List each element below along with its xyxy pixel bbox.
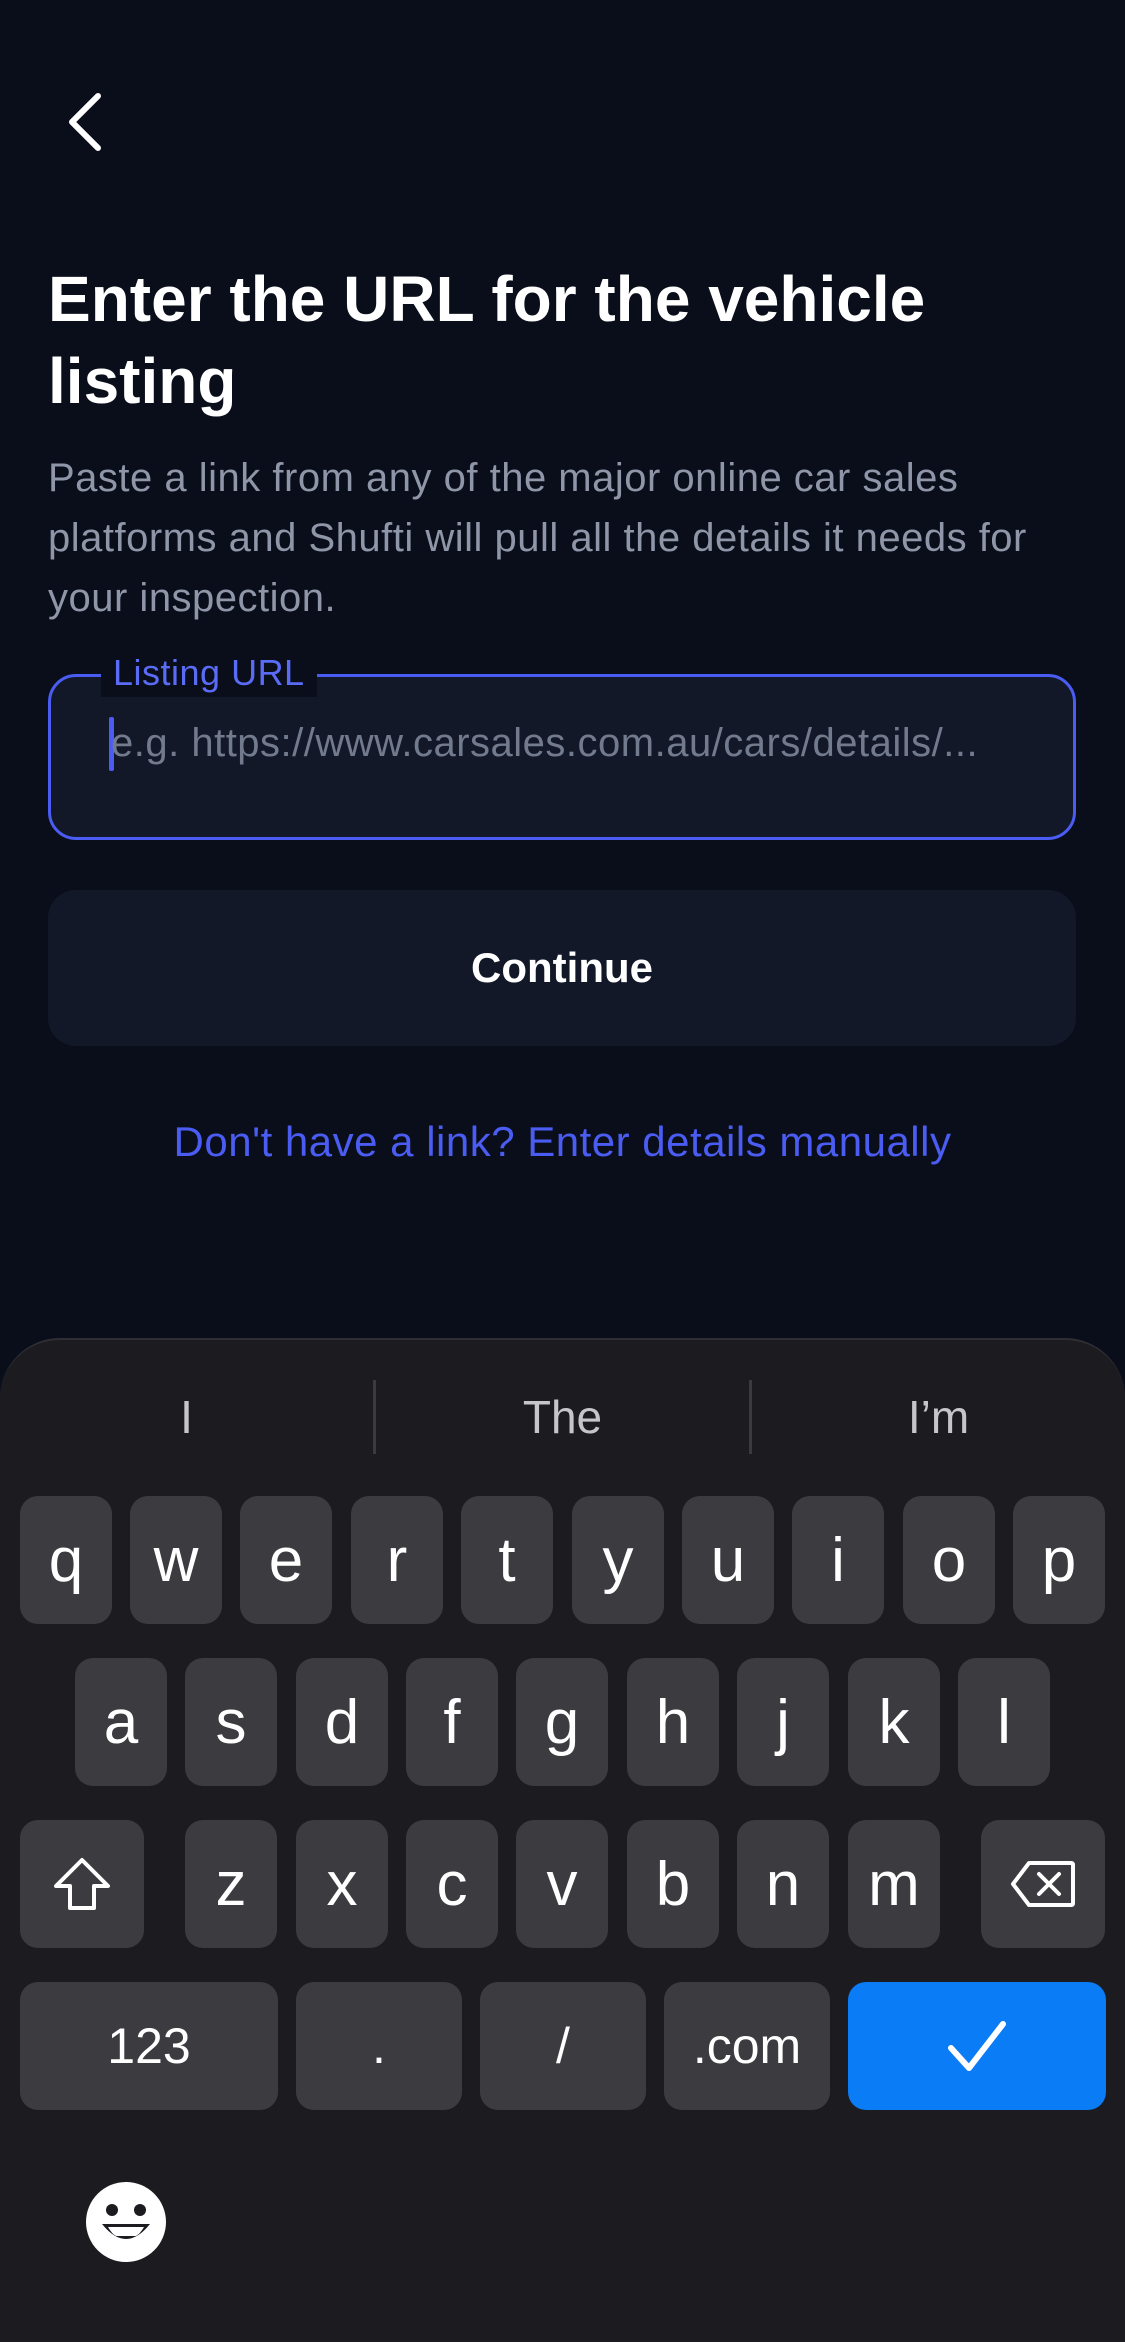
slash-key[interactable]: /	[480, 1982, 646, 2110]
continue-button[interactable]: Continue	[48, 890, 1076, 1046]
enter-details-manually-link[interactable]: Don't have a link? Enter details manuall…	[0, 1112, 1125, 1172]
backspace-icon	[1011, 1861, 1075, 1907]
key-t[interactable]: t	[461, 1496, 553, 1624]
chevron-left-icon	[69, 93, 101, 151]
key-y[interactable]: y	[572, 1496, 664, 1624]
listing-url-field[interactable]: Listing URL	[48, 649, 1076, 840]
backspace-key[interactable]	[981, 1820, 1105, 1948]
key-s[interactable]: s	[185, 1658, 277, 1786]
period-key[interactable]: .	[296, 1982, 462, 2110]
listing-url-input[interactable]	[111, 713, 1041, 823]
checkmark-icon	[948, 2021, 1006, 2071]
emoji-button[interactable]	[84, 2180, 168, 2264]
shift-key[interactable]	[20, 1820, 144, 1948]
shift-icon	[54, 1858, 110, 1910]
page-title: Enter the URL for the vehicle listing	[48, 263, 926, 417]
back-button[interactable]	[48, 80, 120, 164]
key-j[interactable]: j	[737, 1658, 829, 1786]
key-b[interactable]: b	[627, 1820, 719, 1948]
key-g[interactable]: g	[516, 1658, 608, 1786]
suggestion-bar: I The I’m	[0, 1380, 1125, 1454]
key-i[interactable]: i	[792, 1496, 884, 1624]
key-w[interactable]: w	[130, 1496, 222, 1624]
listing-url-label: Listing URL	[101, 649, 317, 697]
key-a[interactable]: a	[75, 1658, 167, 1786]
key-r[interactable]: r	[351, 1496, 443, 1624]
key-e[interactable]: e	[240, 1496, 332, 1624]
key-f[interactable]: f	[406, 1658, 498, 1786]
suggestion-item[interactable]: I	[0, 1380, 373, 1454]
key-c[interactable]: c	[406, 1820, 498, 1948]
page-subtitle: Paste a link from any of the major onlin…	[48, 456, 1027, 620]
numbers-key[interactable]: 123	[20, 1982, 278, 2110]
key-o[interactable]: o	[903, 1496, 995, 1624]
key-v[interactable]: v	[516, 1820, 608, 1948]
key-q[interactable]: q	[20, 1496, 112, 1624]
keyboard: I The I’m q w e r t y u i o p a s d f g …	[0, 1338, 1125, 2342]
key-n[interactable]: n	[737, 1820, 829, 1948]
suggestion-item[interactable]: I’m	[752, 1380, 1125, 1454]
key-z[interactable]: z	[185, 1820, 277, 1948]
suggestion-item[interactable]: The	[376, 1380, 749, 1454]
key-x[interactable]: x	[296, 1820, 388, 1948]
dotcom-key[interactable]: .com	[664, 1982, 830, 2110]
key-l[interactable]: l	[958, 1658, 1050, 1786]
key-u[interactable]: u	[682, 1496, 774, 1624]
key-m[interactable]: m	[848, 1820, 940, 1948]
key-k[interactable]: k	[848, 1658, 940, 1786]
enter-key[interactable]	[848, 1982, 1106, 2110]
emoji-icon	[86, 2182, 166, 2262]
key-h[interactable]: h	[627, 1658, 719, 1786]
key-p[interactable]: p	[1013, 1496, 1105, 1624]
key-d[interactable]: d	[296, 1658, 388, 1786]
